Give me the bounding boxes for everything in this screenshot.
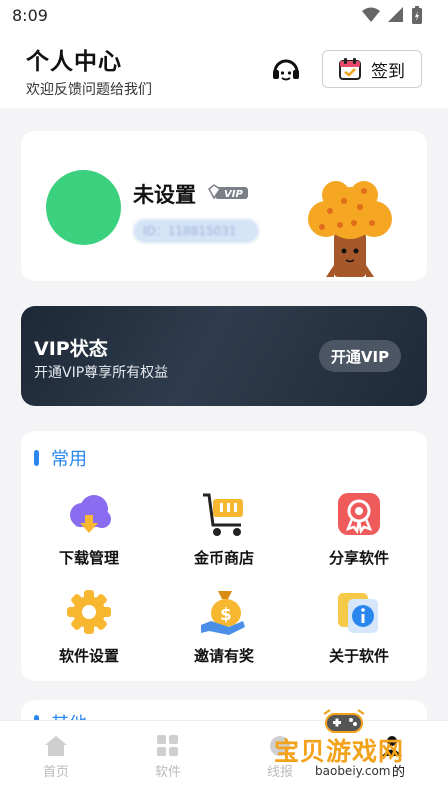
gamepad-icon (323, 708, 365, 733)
wifi-icon (362, 7, 380, 22)
download-manager-label: 下载管理 (58, 549, 119, 567)
about-app-label: 关于软件 (328, 647, 389, 665)
avatar[interactable] (46, 170, 121, 245)
tab-home[interactable]: 首页 (16, 735, 96, 780)
share-app-item[interactable]: 分享软件 (299, 489, 419, 579)
signin-label: 签到 (371, 61, 405, 82)
profile-card[interactable]: 未设置 VIP ID：118815031 (21, 131, 427, 281)
award-badge-icon (338, 493, 380, 535)
tab-software-label: 软件 (154, 765, 181, 780)
coin-shop-item[interactable]: 金币商店 (164, 489, 284, 579)
status-bar: 8:09 (0, 0, 448, 32)
info-icon (338, 593, 378, 633)
calendar-icon (339, 58, 361, 80)
invite-reward-label: 邀请有奖 (193, 647, 254, 665)
tab-home-label: 首页 (42, 765, 69, 780)
signin-button[interactable]: 签到 (322, 50, 422, 88)
app-settings-label: 软件设置 (58, 647, 119, 665)
money-bag-icon: $ (201, 591, 245, 635)
home-icon (45, 736, 67, 756)
app-settings-item[interactable]: 软件设置 (29, 587, 149, 677)
cloud-download-icon (70, 495, 111, 533)
download-manager-item[interactable]: 下载管理 (29, 489, 149, 579)
status-time: 8:09 (12, 6, 48, 25)
status-icons (362, 6, 422, 24)
vip-badge-text: VIP (224, 189, 243, 200)
about-app-item[interactable]: 关于软件 (299, 587, 419, 677)
user-id: ID：118815031 (133, 219, 259, 243)
section-header: 常用 (34, 445, 87, 471)
shopping-cart-icon (203, 493, 243, 536)
open-vip-button[interactable]: 开通VIP (319, 340, 401, 372)
apps-grid-icon (157, 735, 178, 756)
svg-text:$: $ (220, 605, 232, 625)
common-section: 常用 下载管理 金币商店 分享软件 软件设置 $ 邀请有奖 关于软件 (21, 431, 427, 681)
section-title: 常用 (51, 449, 87, 470)
vip-title: VIP状态 (34, 338, 108, 360)
section-accent-bar (34, 450, 39, 466)
page-subtitle: 欢迎反馈问题给我们 (26, 82, 152, 98)
coin-shop-label: 金币商店 (193, 549, 254, 567)
vip-badge-icon: VIP (208, 184, 248, 200)
watermark-brand: 宝贝游戏网 (274, 737, 405, 766)
tree-mascot-illustration (308, 181, 392, 277)
vip-status-card[interactable]: VIP状态 开通VIP尊享所有权益 开通VIP (21, 306, 427, 406)
watermark-logo: 宝贝游戏网 baobeiy.com (268, 706, 428, 788)
page-title: 个人中心 (26, 49, 122, 75)
page-header: 个人中心 欢迎反馈问题给我们 签到 (0, 32, 448, 108)
battery-icon (412, 6, 422, 24)
headset-support-icon[interactable] (270, 54, 302, 86)
share-app-label: 分享软件 (328, 549, 389, 567)
tab-software[interactable]: 软件 (128, 735, 208, 780)
vip-description: 开通VIP尊享所有权益 (34, 365, 169, 381)
username: 未设置 (133, 183, 196, 207)
invite-reward-item[interactable]: $ 邀请有奖 (164, 587, 284, 677)
gear-icon (67, 590, 111, 634)
watermark-url: baobeiy.com (312, 764, 394, 778)
signal-icon (388, 7, 403, 22)
